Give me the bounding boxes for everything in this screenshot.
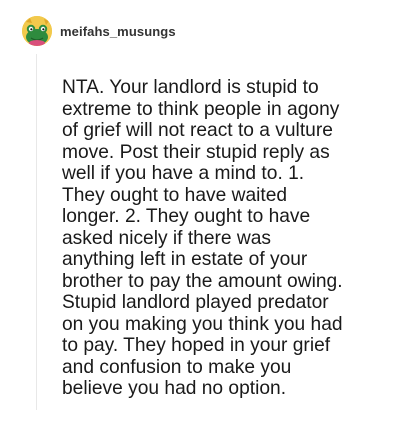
frog-avatar-icon bbox=[22, 16, 52, 46]
comment-text: NTA. Your landlord is stupid to extreme … bbox=[62, 77, 343, 399]
comment-card: meifahs_musungs NTA. Your landlord is st… bbox=[0, 0, 400, 427]
user-avatar[interactable] bbox=[22, 16, 52, 46]
thread-line[interactable] bbox=[36, 54, 37, 410]
username[interactable]: meifahs_musungs bbox=[60, 24, 176, 39]
